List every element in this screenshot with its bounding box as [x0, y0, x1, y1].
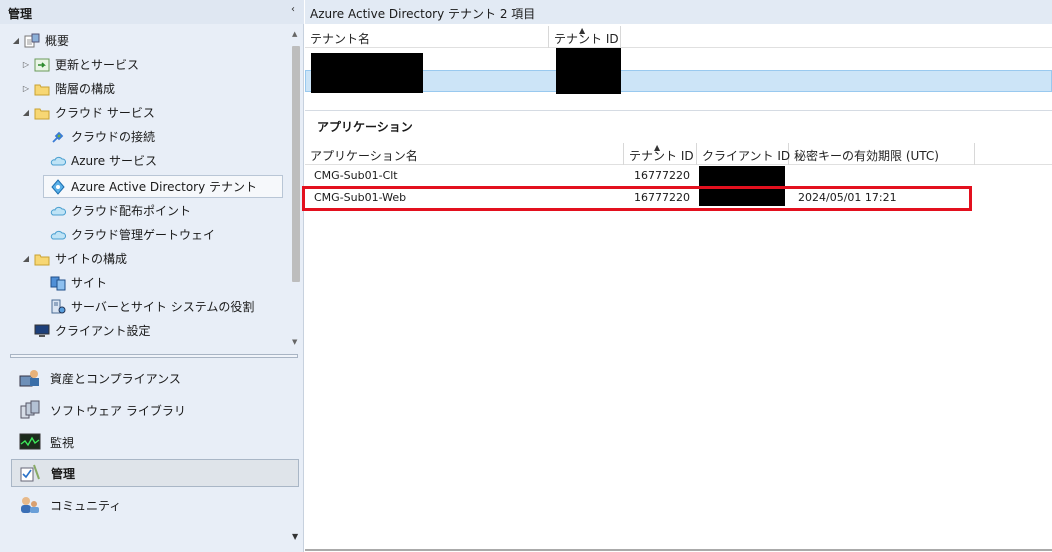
column-header-tenant-id[interactable]: ▲ テナント ID	[549, 26, 621, 48]
column-header-label: テナント ID	[554, 32, 619, 46]
tree-item-azure-services[interactable]: Azure サービス	[36, 150, 157, 172]
tree-item-label: Azure サービス	[71, 154, 157, 168]
folder-icon	[34, 81, 50, 97]
tree-item-label: クラウド配布ポイント	[71, 204, 192, 218]
tree-item-cloud-services[interactable]: ◢ クラウド サービス	[20, 102, 155, 124]
tree-item-label: クラウドの接続	[71, 130, 156, 144]
tree-item-hierarchy-configuration[interactable]: ▷ 階層の構成	[20, 78, 115, 100]
workspace-assets-and-compliance[interactable]: 資産とコンプライアンス	[11, 364, 299, 392]
tree-item-site-configuration[interactable]: ◢ サイトの構成	[20, 248, 127, 270]
workspace-switcher: 資産とコンプライアンス ソフトウェア ライブラリ 監視 管理 コミュニティ ▼	[0, 362, 304, 552]
workspace-community[interactable]: コミュニティ	[11, 491, 299, 519]
server-role-icon	[50, 299, 66, 315]
collapse-arrow-icon[interactable]: ◢	[10, 30, 22, 52]
workspace-label: 監視	[50, 435, 75, 450]
tree-item-azure-ad-tenants[interactable]: Azure Active Directory テナント	[43, 175, 283, 198]
sort-ascending-icon: ▲	[579, 26, 586, 35]
tree-item-client-settings[interactable]: クライアント設定	[20, 320, 151, 342]
tree-item-cloud-management-gateway[interactable]: クラウド管理ゲートウェイ	[36, 224, 215, 246]
scroll-down-icon[interactable]: ▼	[292, 338, 297, 346]
tree-item-label: クラウド管理ゲートウェイ	[71, 228, 216, 242]
column-header-label: テナント ID	[629, 149, 694, 163]
workspace-software-library[interactable]: ソフトウェア ライブラリ	[11, 396, 299, 424]
tree-item-label: Azure Active Directory テナント	[71, 179, 258, 194]
scrollbar-thumb[interactable]	[292, 46, 300, 282]
workspace-label: 管理	[51, 466, 76, 481]
pane-splitter[interactable]	[10, 354, 298, 358]
details-pane: Azure Active Directory テナント 2 項目 テナント名 ▲…	[302, 0, 1052, 552]
tree-item-label: サイト	[71, 276, 108, 290]
collapse-pane-button[interactable]: ‹	[291, 4, 295, 15]
tree-item-label: 更新とサービス	[55, 58, 140, 72]
workspace-scroll-down-icon[interactable]: ▼	[292, 532, 298, 541]
community-icon	[19, 495, 41, 515]
tree-item-servers-and-site-system-roles[interactable]: サーバーとサイト システムの役割	[36, 296, 254, 318]
tree-item-label: クラウド サービス	[55, 106, 155, 120]
applications-grid-header: アプリケーション名 ▲ テナント ID クライアント ID 秘密キーの有効期限 …	[305, 143, 1052, 165]
scroll-up-icon[interactable]: ▲	[292, 30, 297, 38]
tree-item-label: クライアント設定	[55, 324, 151, 338]
redacted-tenant-name	[311, 53, 423, 93]
tree-item-label: 階層の構成	[55, 82, 116, 96]
tree-item-cloud-distribution-points[interactable]: クラウド配布ポイント	[36, 200, 191, 222]
section-divider	[305, 110, 1052, 111]
cloud-icon	[50, 153, 66, 169]
site-icon	[50, 275, 66, 291]
column-header-app-tenant-id[interactable]: ▲ テナント ID	[624, 143, 697, 165]
results-header: Azure Active Directory テナント 2 項目	[305, 0, 1052, 24]
application-row[interactable]: CMG-Sub01-Clt 16777220	[305, 165, 1052, 187]
workspace-title: 管理	[0, 0, 304, 24]
column-header-client-id[interactable]: クライアント ID	[697, 143, 790, 165]
tree-item-label: 概要	[45, 34, 70, 48]
folder-icon	[34, 251, 50, 267]
overview-icon	[24, 33, 40, 49]
tree-item-label: サーバーとサイト システムの役割	[71, 300, 255, 314]
client-settings-icon	[34, 323, 50, 339]
aad-icon	[50, 178, 66, 195]
highlight-box	[302, 186, 972, 211]
sort-ascending-icon: ▲	[654, 143, 661, 152]
workspace-monitoring[interactable]: 監視	[11, 428, 299, 456]
software-library-icon	[19, 400, 41, 420]
tree-item-updates-and-servicing[interactable]: ▷ 更新とサービス	[20, 54, 139, 76]
collapse-arrow-icon[interactable]: ◢	[20, 102, 32, 124]
workspace-label: ソフトウェア ライブラリ	[50, 403, 186, 418]
administration-icon	[20, 463, 42, 483]
applications-section-title: アプリケーション	[317, 120, 413, 134]
expand-arrow-icon[interactable]: ▷	[20, 54, 32, 76]
column-header-secret-key-expiry[interactable]: 秘密キーの有効期限 (UTC)	[789, 143, 975, 165]
monitoring-icon	[19, 432, 41, 452]
updates-icon	[34, 57, 50, 73]
tree-item-overview[interactable]: ◢ 概要	[10, 30, 69, 52]
workspace-administration[interactable]: 管理	[11, 459, 299, 487]
cloud-icon	[50, 203, 66, 219]
application-name: CMG-Sub01-Clt	[314, 169, 398, 182]
workspace-label: コミュニティ	[50, 498, 122, 513]
workspace-label: 資産とコンプライアンス	[50, 371, 181, 386]
tree-item-label: サイトの構成	[55, 252, 128, 266]
folder-icon	[34, 105, 50, 121]
assets-icon	[19, 368, 41, 388]
redacted-tenant-id	[556, 48, 621, 94]
tree-scrollbar[interactable]: ▲ ▼	[290, 28, 302, 348]
column-header-application-name[interactable]: アプリケーション名	[305, 143, 624, 165]
cloud-connect-icon	[50, 129, 66, 145]
navigation-tree: ◢ 概要 ▷ 更新とサービス ▷ 階層の構成 ◢ クラウド サービス クラウドの…	[0, 28, 290, 348]
tree-item-cloud-attach[interactable]: クラウドの接続	[36, 126, 155, 148]
cloud-icon	[50, 227, 66, 243]
expand-arrow-icon[interactable]: ▷	[20, 78, 32, 100]
pane-bottom-border	[305, 549, 1052, 551]
column-header-tenant-name[interactable]: テナント名	[305, 26, 549, 48]
application-tenant-id: 16777220	[634, 169, 690, 182]
navigation-pane: 管理 ‹ ◢ 概要 ▷ 更新とサービス ▷ 階層の構成 ◢ クラウド サービス …	[0, 0, 304, 552]
tree-item-sites[interactable]: サイト	[36, 272, 107, 294]
tenant-grid-header: テナント名 ▲ テナント ID	[305, 26, 1052, 48]
collapse-arrow-icon[interactable]: ◢	[20, 248, 32, 270]
